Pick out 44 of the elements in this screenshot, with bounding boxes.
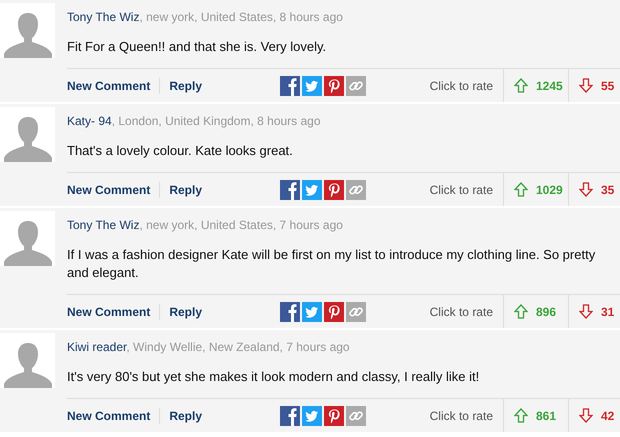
downvote-button[interactable]: 35 xyxy=(568,173,620,206)
comment-text: That's a lovely colour. Kate looks great. xyxy=(67,142,294,160)
new-comment-link[interactable]: New Comment xyxy=(67,76,150,94)
rate-label: Click to rate xyxy=(430,182,493,198)
new-comment-link[interactable]: New Comment xyxy=(67,406,150,424)
twitter-icon[interactable] xyxy=(302,180,322,200)
downvote-button[interactable]: 42 xyxy=(568,399,620,432)
twitter-icon[interactable] xyxy=(302,406,322,426)
downvote-button[interactable]: 55 xyxy=(568,69,620,102)
twitter-icon[interactable] xyxy=(302,76,322,96)
down-arrow-icon xyxy=(579,408,593,423)
facebook-icon[interactable] xyxy=(280,406,300,426)
comment-meta: Katy- 94, London, United Kingdom, 8 hours ago xyxy=(67,113,322,130)
facebook-icon[interactable] xyxy=(280,76,300,96)
comment-meta: Tony The Wiz, new york, United States, 8 hours ago xyxy=(67,9,344,26)
facebook-icon[interactable] xyxy=(280,180,300,200)
pinterest-icon[interactable] xyxy=(324,180,344,200)
up-arrow-icon xyxy=(514,182,528,197)
down-arrow-icon xyxy=(579,78,593,93)
pinterest-icon[interactable] xyxy=(324,406,344,426)
new-comment-link[interactable]: New Comment xyxy=(67,180,150,198)
reply-link[interactable]: Reply xyxy=(169,180,202,198)
reply-link[interactable]: Reply xyxy=(169,302,202,320)
down-arrow-icon xyxy=(579,304,593,319)
comment-text: If I was a fashion designer Kate will be first on my list to introduce my clothing line. So pretty and elegant. xyxy=(67,246,596,282)
twitter-icon[interactable] xyxy=(302,302,322,322)
rate-label: Click to rate xyxy=(430,408,493,424)
comment-text: It's very 80's but yet she makes it look modern and classy, I really like it! xyxy=(67,368,480,386)
pinterest-icon[interactable] xyxy=(324,302,344,322)
comment-meta: Tony The Wiz, new york, United States, 7 hours ago xyxy=(67,217,344,234)
up-arrow-icon xyxy=(514,408,528,423)
reply-link[interactable]: Reply xyxy=(169,76,202,94)
pinterest-icon[interactable] xyxy=(324,76,344,96)
up-arrow-icon xyxy=(514,304,528,319)
facebook-icon[interactable] xyxy=(280,302,300,322)
up-arrow-icon xyxy=(514,78,528,93)
rate-label: Click to rate xyxy=(430,78,493,94)
new-comment-link[interactable]: New Comment xyxy=(67,302,150,320)
comment-meta: Kiwi reader, Windy Wellie, New Zealand, 7 hours ago xyxy=(67,339,351,356)
rate-label: Click to rate xyxy=(430,304,493,320)
downvote-button[interactable]: 31 xyxy=(568,295,620,328)
down-arrow-icon xyxy=(579,182,593,197)
comment-text: Fit For a Queen!! and that she is. Very lovely. xyxy=(67,38,328,56)
reply-link[interactable]: Reply xyxy=(169,406,202,424)
